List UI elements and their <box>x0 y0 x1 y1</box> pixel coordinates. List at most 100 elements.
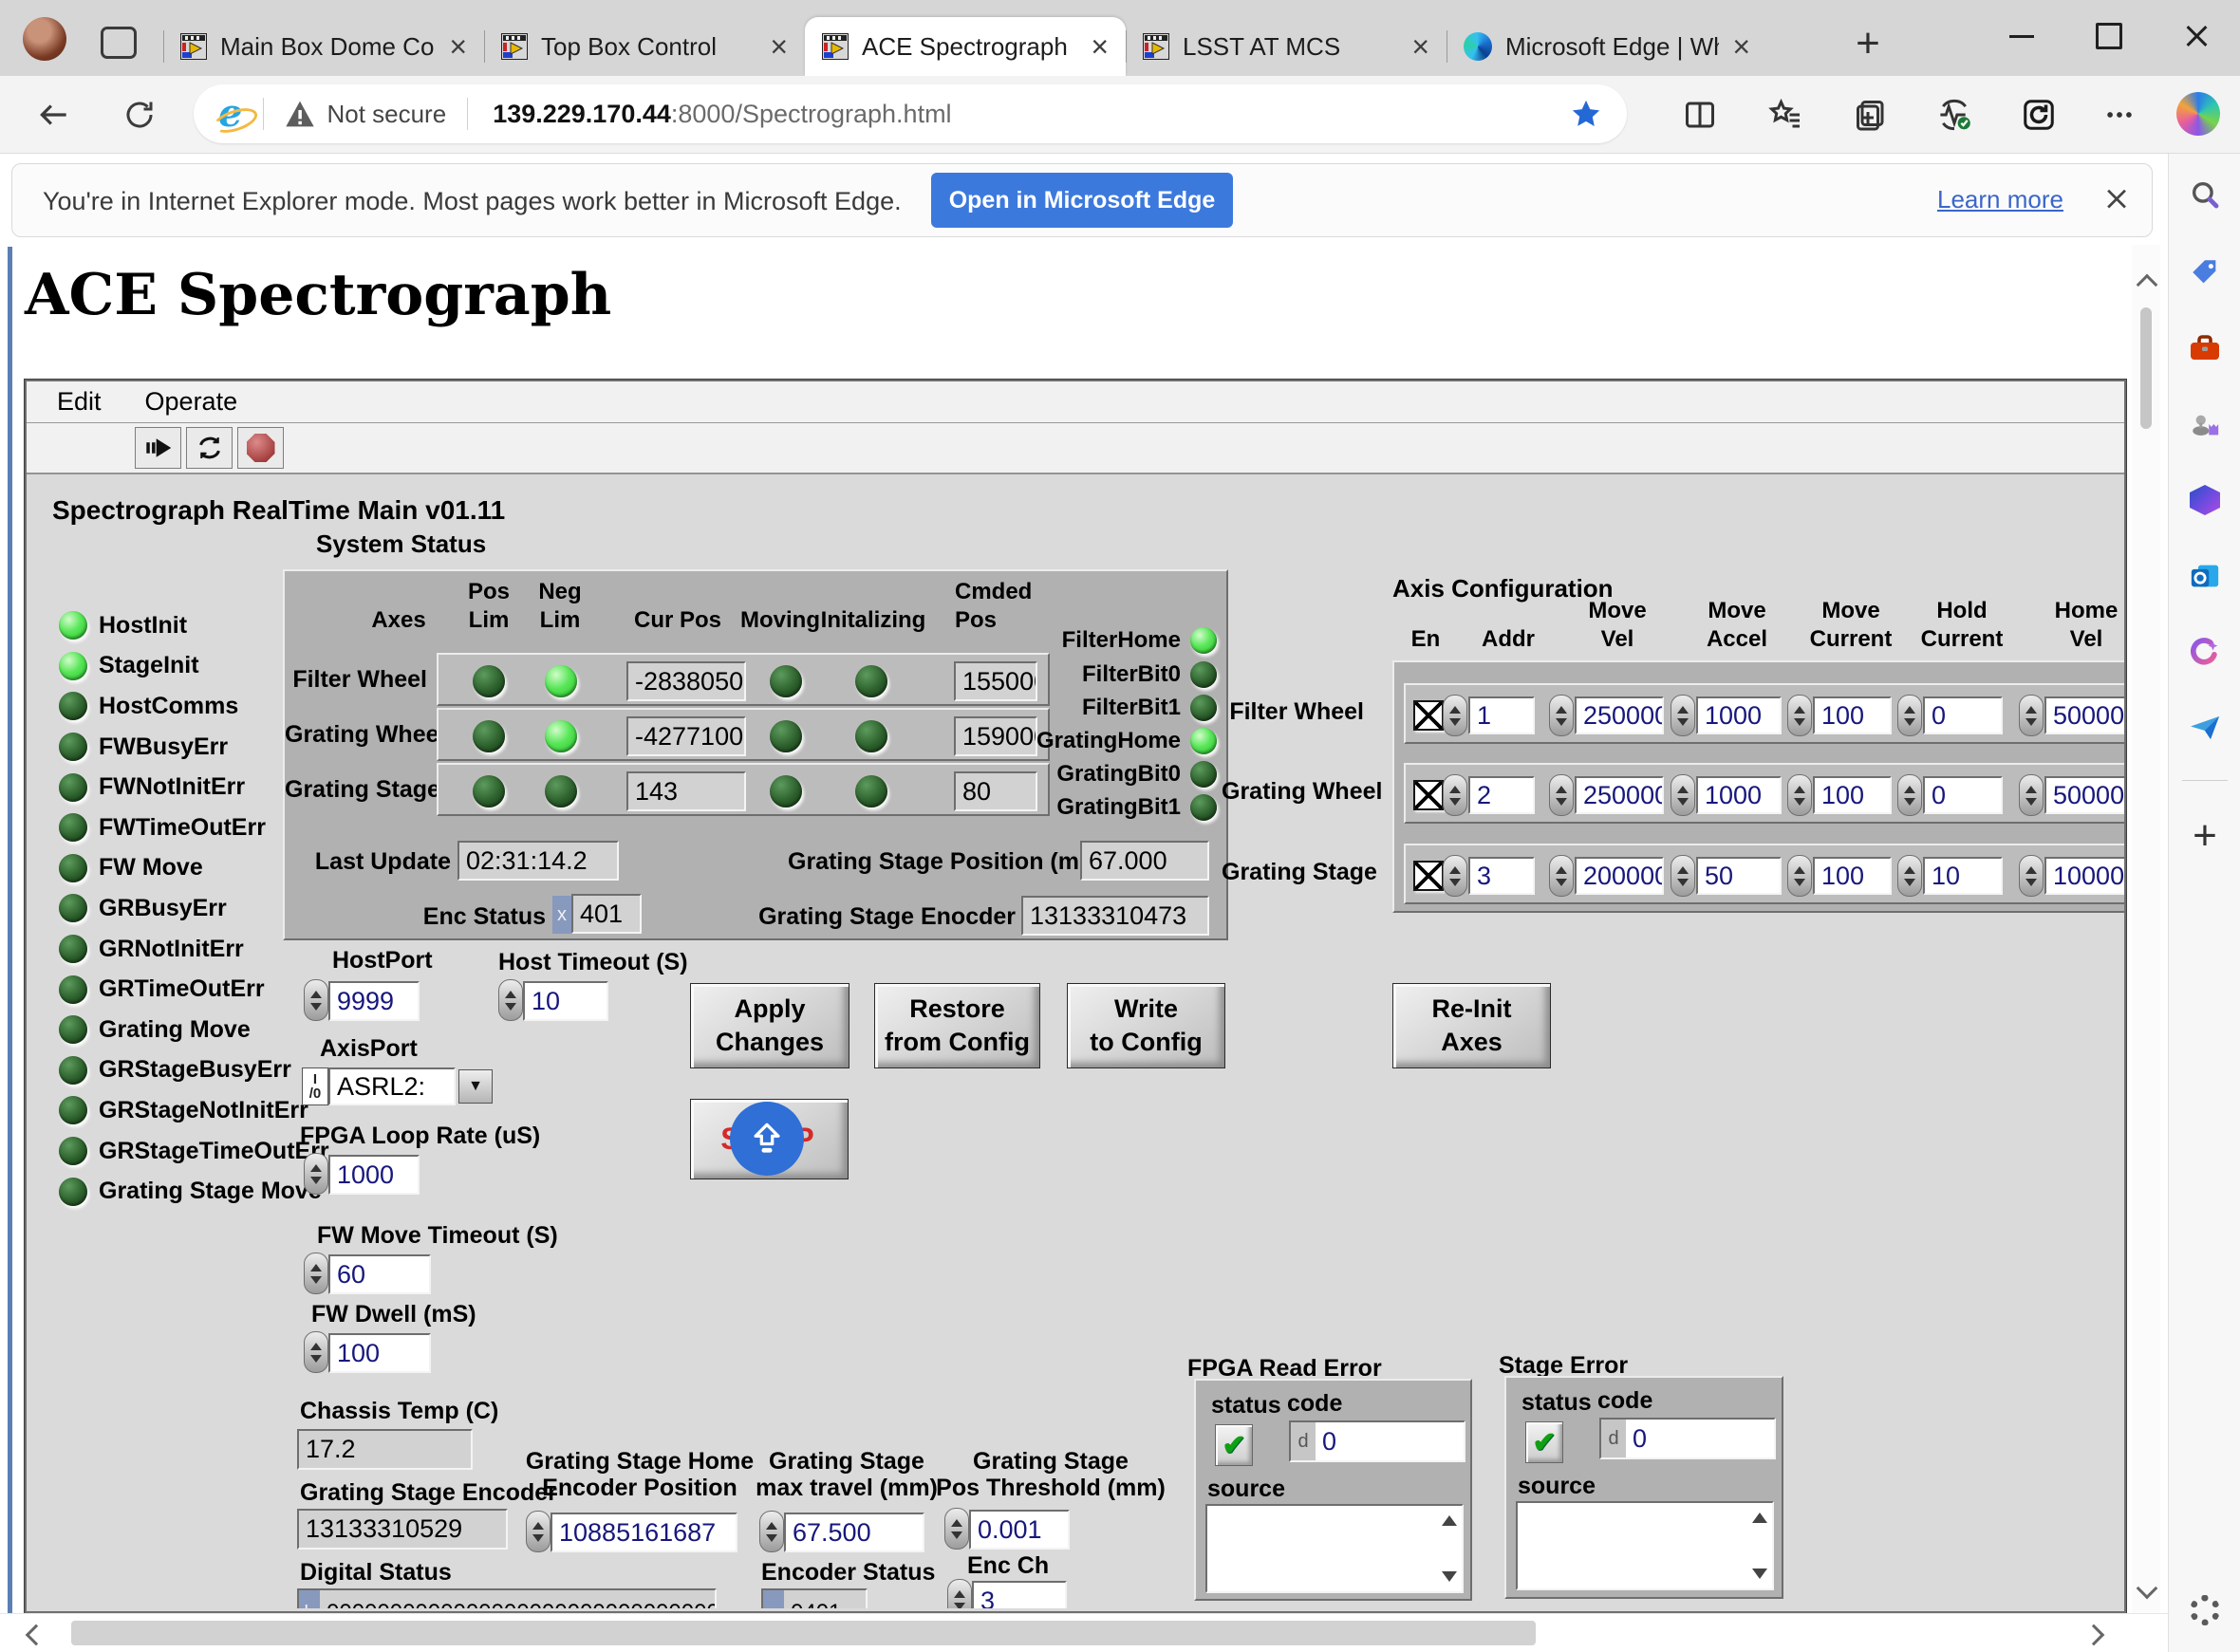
bookmark-star-icon[interactable] <box>1570 98 1602 130</box>
move-vel-spinner[interactable] <box>1549 695 1574 736</box>
vertical-scrollbar-thumb[interactable] <box>2140 307 2152 429</box>
tab-close-icon[interactable]: × <box>1091 31 1109 62</box>
ie-mode-reload-icon[interactable] <box>2015 91 2063 139</box>
warning-triangle-icon[interactable] <box>285 100 315 128</box>
addr-spinner[interactable] <box>1443 855 1467 897</box>
axis-port-dropdown-icon[interactable]: ▼ <box>458 1069 493 1104</box>
split-screen-icon[interactable] <box>1676 91 1724 139</box>
move-current-input[interactable]: 100 <box>1813 696 1892 734</box>
scroll-down-icon[interactable] <box>1752 1568 1767 1579</box>
move-vel-input[interactable]: 250000 <box>1575 776 1664 814</box>
pos-threshold-spinner[interactable] <box>944 1508 969 1550</box>
axis-port-combo[interactable]: I/0 ASRL2: ▼ <box>302 1067 493 1105</box>
scroll-up-icon[interactable] <box>2137 274 2158 296</box>
hold-current-input[interactable]: 10 <box>1923 857 2003 895</box>
error-source-textarea[interactable] <box>1205 1504 1464 1593</box>
tab-close-icon[interactable]: × <box>449 31 467 62</box>
host-timeout-input[interactable]: 10 <box>523 981 608 1021</box>
host-port-input[interactable]: 9999 <box>328 981 420 1021</box>
browser-tab-top-box-control[interactable]: Top Box Control × <box>484 17 805 76</box>
move-current-spinner[interactable] <box>1787 855 1812 897</box>
encoder-status-radix[interactable]: x <box>763 1590 784 1608</box>
pos-threshold-input[interactable]: 0.001 <box>969 1510 1070 1550</box>
move-accel-input[interactable]: 1000 <box>1696 696 1782 734</box>
hold-current-spinner[interactable] <box>1897 855 1922 897</box>
tab-close-icon[interactable]: × <box>1732 31 1750 62</box>
toolbox-icon[interactable] <box>2187 330 2223 366</box>
move-accel-spinner[interactable] <box>1671 695 1695 736</box>
copilot-icon[interactable] <box>2172 87 2225 140</box>
hold-current-input[interactable]: 0 <box>1923 776 2003 814</box>
microsoft-365-icon[interactable] <box>2187 482 2223 518</box>
drop-icon[interactable] <box>2187 710 2223 746</box>
move-vel-input[interactable]: 250000 <box>1575 696 1664 734</box>
home-vel-spinner[interactable] <box>2019 855 2044 897</box>
home-encoder-input[interactable]: 10885161687 <box>551 1513 737 1552</box>
scroll-up-icon[interactable] <box>1752 1513 1767 1523</box>
profile-avatar-icon[interactable] <box>23 17 66 61</box>
window-minimize-button[interactable] <box>1978 0 2065 72</box>
move-current-input[interactable]: 100 <box>1813 776 1892 814</box>
hold-current-spinner[interactable] <box>1897 695 1922 736</box>
fw-dwell-input[interactable]: 100 <box>328 1333 431 1373</box>
window-close-button[interactable] <box>2153 0 2240 72</box>
fw-move-timeout-input[interactable]: 60 <box>328 1254 431 1294</box>
home-vel-input[interactable]: 50000 <box>2044 776 2124 814</box>
restore-from-config-button[interactable]: Restorefrom Config <box>874 983 1040 1068</box>
digital-status-radix[interactable]: b <box>299 1590 320 1608</box>
move-accel-input[interactable]: 50 <box>1696 857 1782 895</box>
en-checkbox[interactable] <box>1413 861 1444 891</box>
security-label[interactable]: Not secure <box>327 100 446 129</box>
abort-button[interactable] <box>237 427 284 469</box>
axis-port-value[interactable]: ASRL2: <box>328 1067 456 1105</box>
home-vel-spinner[interactable] <box>2019 695 2044 736</box>
fpga-loop-rate-spinner[interactable] <box>304 1153 328 1195</box>
en-checkbox[interactable] <box>1413 780 1444 810</box>
learn-more-link[interactable]: Learn more <box>1937 185 2063 214</box>
home-vel-spinner[interactable] <box>2019 774 2044 816</box>
en-checkbox[interactable] <box>1413 700 1444 731</box>
fw-move-timeout-spinner[interactable] <box>304 1253 328 1294</box>
host-timeout-spinner[interactable] <box>498 979 523 1021</box>
run-button[interactable] <box>135 427 181 469</box>
tab-actions-icon[interactable] <box>101 27 137 59</box>
apply-changes-button[interactable]: ApplyChanges <box>690 983 849 1068</box>
new-tab-button[interactable]: + <box>1843 19 1893 68</box>
error-source-textarea[interactable] <box>1516 1501 1774 1590</box>
move-current-spinner[interactable] <box>1787 695 1812 736</box>
vertical-scrollbar[interactable] <box>2132 245 2160 1613</box>
scroll-down-icon[interactable] <box>1442 1571 1457 1582</box>
code-radix[interactable]: d <box>1291 1422 1316 1460</box>
menu-edit[interactable]: Edit <box>57 387 102 417</box>
fw-dwell-spinner[interactable] <box>304 1331 328 1373</box>
scroll-right-icon[interactable] <box>2083 1624 2105 1646</box>
tab-close-icon[interactable]: × <box>770 31 788 62</box>
error-code-field[interactable]: d 0 <box>1599 1418 1776 1459</box>
move-accel-spinner[interactable] <box>1671 774 1695 816</box>
horizontal-scrollbar-thumb[interactable] <box>71 1621 1536 1645</box>
open-in-edge-button[interactable]: Open in Microsoft Edge <box>931 173 1233 228</box>
hold-current-spinner[interactable] <box>1897 774 1922 816</box>
move-current-spinner[interactable] <box>1787 774 1812 816</box>
error-code-field[interactable]: d 0 <box>1289 1420 1465 1462</box>
move-accel-spinner[interactable] <box>1671 855 1695 897</box>
browser-essentials-icon[interactable] <box>1931 91 1978 139</box>
max-travel-spinner[interactable] <box>759 1511 784 1552</box>
settings-gear-icon[interactable] <box>2187 1592 2223 1628</box>
addr-spinner[interactable] <box>1443 695 1467 736</box>
move-current-input[interactable]: 100 <box>1813 857 1892 895</box>
code-radix[interactable]: d <box>1601 1420 1626 1457</box>
error-status-ok-button[interactable]: ✔ <box>1215 1424 1253 1466</box>
run-continuous-button[interactable] <box>186 427 233 469</box>
refresh-button[interactable] <box>116 91 163 139</box>
max-travel-input[interactable]: 67.500 <box>784 1513 924 1552</box>
horizontal-scrollbar[interactable] <box>0 1613 2168 1652</box>
more-options-icon[interactable] <box>2096 91 2143 139</box>
move-vel-input[interactable]: 200000 <box>1575 857 1664 895</box>
error-status-ok-button[interactable]: ✔ <box>1525 1421 1563 1463</box>
fpga-loop-rate-input[interactable]: 1000 <box>328 1155 420 1195</box>
favorites-icon[interactable] <box>1762 91 1809 139</box>
search-icon[interactable] <box>2187 176 2223 213</box>
scroll-up-icon[interactable] <box>1442 1515 1457 1526</box>
browser-tab-microsoft-edge[interactable]: Microsoft Edge | Wh × <box>1447 17 1767 76</box>
